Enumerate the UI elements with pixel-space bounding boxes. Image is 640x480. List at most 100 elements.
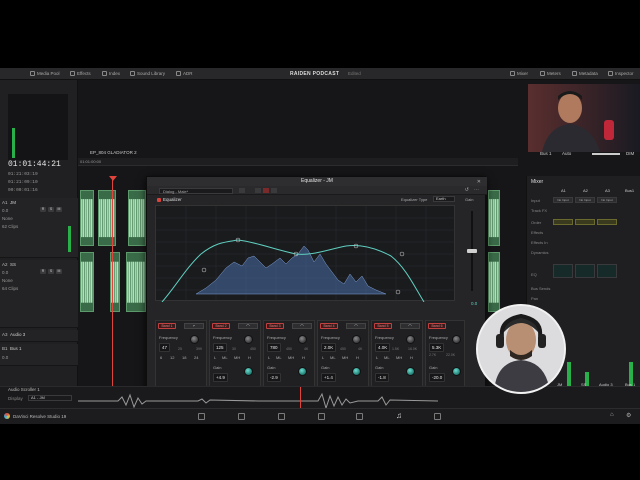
frequency-value[interactable]: 5.3K [429, 343, 445, 352]
gain-value[interactable]: -2.9 [267, 373, 281, 382]
mode-h[interactable]: H [356, 355, 359, 360]
band-enable-button[interactable]: Band 1 [158, 323, 176, 329]
audio-clip[interactable] [128, 190, 146, 246]
band-filter-type[interactable]: ⌐ [184, 323, 204, 329]
solo-button[interactable]: S [48, 269, 54, 274]
inspector-toggle[interactable]: Inspector [608, 71, 634, 76]
eq-node-6[interactable] [395, 289, 401, 295]
slope-18[interactable]: 18 [182, 355, 186, 360]
frequency-value[interactable]: 47 [159, 343, 171, 352]
input-a1[interactable]: No Input [553, 197, 573, 203]
solo-button[interactable]: S [48, 207, 54, 212]
mode-mh[interactable]: MH [396, 355, 402, 360]
slope-6[interactable]: 6 [160, 355, 162, 360]
mode-mh[interactable]: MH [342, 355, 348, 360]
frequency-knob[interactable] [244, 335, 253, 344]
gain-fader-handle[interactable] [467, 249, 477, 253]
mode-ml[interactable]: ML [330, 355, 336, 360]
mode-l[interactable]: L [214, 355, 216, 360]
band-filter-type[interactable]: ◠ [400, 323, 420, 329]
eq-thumbnail-a3[interactable] [597, 264, 617, 278]
frequency-knob[interactable] [298, 335, 307, 344]
track-header-a3[interactable]: A3 Audio 3 [0, 330, 78, 342]
playhead[interactable] [112, 178, 113, 418]
gain-value[interactable]: -20.0 [429, 373, 446, 382]
home-icon[interactable]: ⌂ [610, 412, 614, 418]
mode-mh[interactable]: MH [234, 355, 240, 360]
track-header-b1[interactable]: B1 Bus 1 0.0 [0, 344, 78, 366]
mode-l[interactable]: L [376, 355, 378, 360]
gain-value[interactable]: +4.9 [213, 373, 228, 382]
mode-ml[interactable]: ML [384, 355, 390, 360]
mode-ml[interactable]: ML [276, 355, 282, 360]
order-a3[interactable] [597, 219, 617, 225]
order-a1[interactable] [553, 219, 573, 225]
audio-clip[interactable] [126, 252, 146, 312]
input-a2[interactable]: No Input [575, 197, 595, 203]
mode-h[interactable]: H [302, 355, 305, 360]
effects-button[interactable]: Effects [70, 71, 91, 76]
input-a3[interactable]: No Input [597, 197, 617, 203]
frequency-value[interactable]: 4.0K [375, 343, 391, 352]
frequency-value[interactable]: 2.0K [321, 343, 337, 352]
index-button[interactable]: Index [102, 71, 120, 76]
edit-page-icon[interactable] [278, 413, 285, 420]
frequency-knob[interactable] [190, 335, 199, 344]
frequency-value[interactable]: 125 [213, 343, 227, 352]
audio-clip[interactable] [80, 190, 94, 246]
eq-node-1[interactable] [201, 267, 207, 273]
record-arm-button[interactable]: R [40, 207, 46, 212]
frequency-knob[interactable] [352, 335, 361, 344]
record-arm-button[interactable]: R [40, 269, 46, 274]
mode-h[interactable]: H [248, 355, 251, 360]
gain-knob[interactable] [452, 367, 461, 376]
timeline-ruler[interactable]: 01:01:00:00 [78, 158, 518, 166]
mode-h[interactable]: H [410, 355, 413, 360]
frequency-knob[interactable] [452, 335, 461, 344]
reset-icon[interactable]: ↺ [465, 187, 469, 193]
close-icon[interactable]: ✕ [477, 179, 481, 185]
track-name[interactable]: Bus 1 [10, 346, 22, 351]
cut-page-icon[interactable] [238, 413, 245, 420]
band-enable-button[interactable]: Band 2 [212, 323, 230, 329]
band-enable-button[interactable]: Band 6 [428, 323, 446, 329]
band-enable-button[interactable]: Band 4 [320, 323, 338, 329]
fairlight-page-icon[interactable]: ♫ [396, 411, 402, 420]
meters-toggle[interactable]: Meters [540, 71, 561, 76]
preset-prev-button[interactable] [255, 188, 261, 193]
deliver-page-icon[interactable] [434, 413, 441, 420]
gain-knob[interactable] [352, 367, 361, 376]
band-filter-type[interactable]: ◠ [346, 323, 366, 329]
eq-thumbnail-a2[interactable] [575, 264, 595, 278]
band-enable-button[interactable]: Band 3 [266, 323, 284, 329]
track-name[interactable]: JM [10, 200, 16, 205]
track-mode[interactable]: None [2, 216, 13, 221]
slope-24[interactable]: 24 [194, 355, 198, 360]
media-pool-button[interactable]: Media Pool [30, 71, 60, 76]
sound-library-button[interactable]: Sound Library [130, 71, 165, 76]
monitor-volume-slider[interactable] [592, 153, 620, 155]
gain-value[interactable]: -1.8 [375, 373, 389, 382]
gain-knob[interactable] [298, 367, 307, 376]
eq-thumbnail-a1[interactable] [553, 264, 573, 278]
mode-ml[interactable]: ML [222, 355, 228, 360]
mode-l[interactable]: L [322, 355, 324, 360]
metadata-toggle[interactable]: Metadata [572, 71, 598, 76]
track-name[interactable]: SS [10, 262, 16, 267]
track-header-a1[interactable]: A1 JM 0.0 R S M None 62 Clips [0, 198, 78, 258]
track-mode[interactable]: None [2, 278, 13, 283]
track-header-a2[interactable]: A2 SS 0.0 R S M None 64 Clips [0, 260, 78, 328]
display-dropdown[interactable]: A1 - JM [28, 395, 72, 401]
playhead-marker[interactable] [109, 176, 117, 181]
adr-button[interactable]: ADR [176, 71, 193, 76]
preset-next-button[interactable] [271, 188, 277, 193]
mixer-toggle[interactable]: Mixer [510, 71, 528, 76]
timeline-name[interactable]: EP_804 GLADIATOR 2 [90, 150, 137, 155]
settings-gear-icon[interactable]: ⚙ [626, 412, 631, 419]
band-enable-button[interactable]: Band 5 [374, 323, 392, 329]
audio-clip[interactable] [80, 252, 94, 312]
order-a2[interactable] [575, 219, 595, 225]
fusion-page-icon[interactable] [318, 413, 325, 420]
gain-knob[interactable] [406, 367, 415, 376]
track-name[interactable]: Audio 3 [10, 332, 25, 337]
